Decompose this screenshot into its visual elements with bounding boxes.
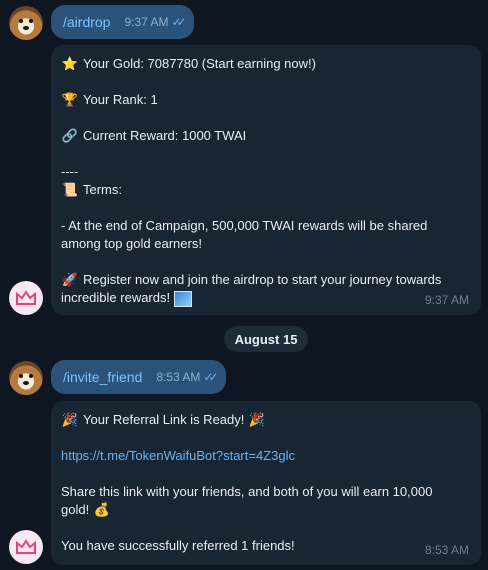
bot-avatar[interactable] <box>9 281 43 315</box>
register-text: Register now and join the airdrop to sta… <box>61 272 442 305</box>
incoming-message-airdrop: ⭐ Your Gold: 7087780 (Start earning now!)… <box>51 45 481 315</box>
message-time: 9:37 AM <box>124 15 169 29</box>
avatar-eye <box>29 19 33 23</box>
reward-text: Current Reward: 1000 TWAI <box>83 128 247 143</box>
share-text: Share this link with your friends, and b… <box>61 484 433 517</box>
sparkle-image-icon <box>174 290 193 307</box>
terms-heading: Terms: <box>83 182 122 197</box>
user-avatar[interactable] <box>9 361 43 395</box>
party-popper-icon: 🎉 <box>61 412 79 427</box>
party-popper-icon: 🎉 <box>248 412 266 427</box>
avatar-eye <box>19 19 23 23</box>
referral-link[interactable]: https://t.me/TokenWaifuBot?start=4Z3glc <box>61 447 469 465</box>
message-time: 8:53 AM <box>424 543 469 557</box>
referral-title: Your Referral Link is Ready! <box>83 412 245 427</box>
read-receipt-icon: ✓✓ <box>203 370 218 384</box>
read-receipt-icon: ✓✓ <box>171 15 187 29</box>
gold-line: ⭐ Your Gold: 7087780 (Start earning now!) <box>61 55 469 73</box>
outgoing-message-airdrop[interactable]: /airdrop 9:37 AM ✓✓ <box>51 5 194 39</box>
scroll-icon: 📜 <box>61 182 79 197</box>
link-icon: 🔗 <box>61 128 79 143</box>
bot-avatar[interactable] <box>9 530 43 564</box>
divider-dashes: ---- <box>61 164 79 179</box>
referral-title-line: 🎉 Your Referral Link is Ready! 🎉 <box>61 411 469 429</box>
avatar-eye <box>29 374 33 378</box>
money-bag-icon: 💰 <box>93 502 110 517</box>
message-time: 8:53 AM <box>156 370 201 384</box>
trophy-icon: 🏆 <box>61 92 79 107</box>
command-text[interactable]: /airdrop <box>63 14 110 30</box>
crown-icon <box>16 539 36 554</box>
gold-text: Your Gold: 7087780 (Start earning now!) <box>83 56 316 71</box>
avatar-eye <box>19 374 23 378</box>
crown-icon <box>16 290 36 305</box>
terms-body: - At the end of Campaign, 500,000 TWAI r… <box>61 218 428 251</box>
reward-line: 🔗 Current Reward: 1000 TWAI <box>61 127 469 145</box>
outgoing-message-invite[interactable]: /invite_friend 8:53 AM ✓✓ <box>51 360 226 394</box>
rocket-icon: 🚀 <box>61 272 79 287</box>
terms-line: 📜 Terms: <box>61 181 469 199</box>
share-line: Share this link with your friends, and b… <box>61 483 461 519</box>
avatar-nose <box>23 381 29 385</box>
register-line: 🚀 Register now and join the airdrop to st… <box>61 271 471 307</box>
rank-text: Your Rank: 1 <box>83 92 158 107</box>
rank-line: 🏆 Your Rank: 1 <box>61 91 469 109</box>
incoming-message-invite: 🎉 Your Referral Link is Ready! 🎉 https://… <box>51 401 481 565</box>
referred-count-text: You have successfully referred 1 friends… <box>61 538 295 553</box>
user-avatar[interactable] <box>9 6 43 40</box>
star-icon: ⭐ <box>61 56 79 71</box>
message-time: 9:37 AM <box>424 293 469 307</box>
avatar-nose <box>23 26 29 30</box>
date-separator: August 15 <box>224 326 308 352</box>
command-text[interactable]: /invite_friend <box>63 369 142 385</box>
